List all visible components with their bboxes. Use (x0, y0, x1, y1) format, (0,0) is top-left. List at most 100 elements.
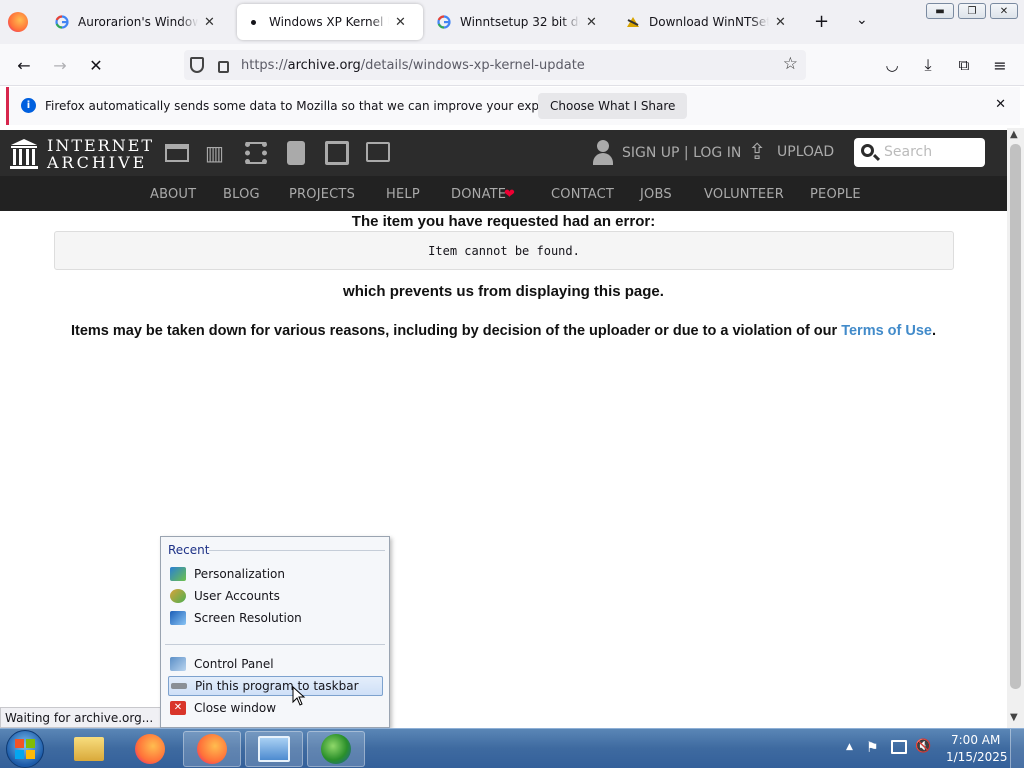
loading-dot-icon (245, 14, 261, 30)
nav-people[interactable]: PEOPLE (810, 187, 861, 202)
video-icon[interactable] (245, 142, 267, 164)
jumplist-item-close-window[interactable]: ✕ Close window (168, 698, 383, 718)
folder-icon (74, 737, 104, 761)
shield-icon[interactable] (190, 57, 204, 73)
show-hidden-icons-icon[interactable]: ▲ (846, 742, 853, 752)
search-placeholder: Search (884, 144, 933, 160)
show-desktop-button[interactable] (1010, 729, 1024, 768)
pocket-icon[interactable]: ◡ (878, 52, 906, 78)
status-text: Waiting for archive.org... (0, 707, 170, 728)
scroll-thumb[interactable] (1010, 144, 1021, 689)
url-bar[interactable]: https://archive.org/details/windows-xp-k… (184, 50, 806, 80)
nav-about[interactable]: ABOUT (150, 187, 196, 202)
tab-title: Aurorarion's Windows XP (78, 15, 198, 29)
screen-resolution-icon (170, 611, 186, 625)
tab-winntsetup[interactable]: Winntsetup 32 bit downl ✕ (428, 4, 614, 40)
stop-loading-icon[interactable]: ✕ (82, 52, 110, 78)
close-notification-icon[interactable]: ✕ (995, 97, 1006, 112)
jumplist-item-label: Screen Resolution (194, 611, 302, 625)
scroll-down-icon[interactable]: ▼ (1010, 712, 1018, 723)
nav-blog[interactable]: BLOG (223, 187, 260, 202)
taskbar-firefox-2[interactable] (183, 731, 241, 767)
page-scrollbar[interactable]: ▲ ▼ (1007, 128, 1024, 728)
personalization-icon (170, 567, 186, 581)
forward-arrow-icon[interactable]: → (46, 52, 74, 78)
ia-search-box[interactable]: Search (854, 138, 985, 167)
close-tab-icon[interactable]: ✕ (586, 15, 597, 30)
menu-hamburger-icon[interactable]: ≡ (986, 52, 1014, 78)
close-tab-icon[interactable]: ✕ (204, 15, 215, 30)
lock-icon[interactable] (218, 61, 229, 73)
jumplist-item-personalization[interactable]: Personalization (168, 564, 383, 584)
jumplist-item-label: Personalization (194, 567, 285, 581)
texts-icon[interactable]: ▥ (205, 143, 229, 163)
jumplist-item-user-accounts[interactable]: User Accounts (168, 586, 383, 606)
nav-help[interactable]: HELP (386, 187, 420, 202)
images-icon[interactable] (366, 142, 390, 162)
jumplist-item-screen-resolution[interactable]: Screen Resolution (168, 608, 383, 628)
close-window-button[interactable]: ✕ (990, 3, 1018, 19)
notification-text: Firefox automatically sends some data to… (45, 99, 588, 113)
upload-link[interactable]: UPLOAD (777, 144, 834, 160)
web-icon[interactable] (165, 144, 189, 162)
scroll-up-icon[interactable]: ▲ (1010, 129, 1018, 140)
back-arrow-icon[interactable]: ← (10, 52, 38, 78)
nav-contact[interactable]: CONTACT (551, 187, 614, 202)
google-icon (54, 14, 70, 30)
url-host: archive.org (287, 57, 361, 73)
firefox-menu-icon[interactable] (8, 12, 28, 32)
taskbar-control-panel[interactable] (245, 731, 303, 767)
minimize-button[interactable]: ▬ (926, 3, 954, 19)
jumplist-item-pin-to-taskbar[interactable]: Pin this program to taskbar (168, 676, 383, 696)
action-center-flag-icon[interactable]: ⚑ (866, 740, 879, 756)
extensions-icon[interactable]: ⧉ (950, 52, 978, 78)
terms-of-use-link[interactable]: Terms of Use (841, 323, 932, 339)
start-button[interactable] (6, 730, 44, 768)
new-tab-icon[interactable]: + (814, 11, 829, 32)
close-tab-icon[interactable]: ✕ (775, 15, 786, 30)
network-icon[interactable] (891, 740, 907, 754)
jumplist-item-label: Pin this program to taskbar (195, 679, 359, 693)
nav-projects[interactable]: PROJECTS (289, 187, 355, 202)
clock-date[interactable]: 1/15/2025 (946, 750, 1008, 764)
nav-jobs[interactable]: JOBS (640, 187, 672, 202)
error-heading: The item you have requested had an error… (351, 213, 656, 230)
ia-logo[interactable]: INTERNET ARCHIVE (10, 136, 152, 172)
volume-muted-icon[interactable]: 🔇 (915, 739, 931, 754)
recent-header: Recent (168, 543, 210, 557)
tab-aurorarion[interactable]: Aurorarion's Windows XP ✕ (46, 4, 232, 40)
search-handle (872, 153, 881, 162)
choose-what-i-share-button[interactable]: Choose What I Share (538, 93, 688, 119)
signup-login-link[interactable]: SIGN UP | LOG IN (622, 145, 741, 161)
tab-windows-xp-kernel[interactable]: Windows XP Kernel Update ✕ (237, 4, 423, 40)
nav-donate[interactable]: DONATE (451, 187, 506, 202)
reasons-text: Items may be taken down for various reas… (70, 323, 838, 339)
tab-list-chevron-icon[interactable]: ⌄ (856, 12, 868, 28)
clock-time[interactable]: 7:00 AM (951, 733, 1000, 747)
taskbar-firefox-1[interactable] (121, 731, 179, 767)
taskbar-jump-list: Recent Personalization User Accounts Scr… (160, 536, 390, 728)
error-message-box: Item cannot be found. (54, 231, 954, 270)
jumplist-item-control-panel[interactable]: Control Panel (168, 654, 383, 674)
downloads-icon[interactable]: ⤓ (914, 52, 942, 78)
close-tab-icon[interactable]: ✕ (395, 15, 406, 30)
jumplist-item-label: Close window (194, 701, 277, 715)
control-panel-icon (258, 736, 290, 762)
navigation-bar: ← → ✕ https://archive.org/details/window… (0, 44, 1024, 86)
reasons-paragraph: Items may be taken down for various reas… (0, 323, 1007, 339)
ia-nav: ABOUT BLOG PROJECTS HELP DONATE ❤ CONTAC… (0, 176, 1007, 211)
terms-end: . (932, 323, 937, 339)
user-icon[interactable] (593, 140, 613, 166)
taskbar-explorer[interactable] (60, 731, 118, 767)
restore-button[interactable]: ❐ (958, 3, 986, 19)
tab-download-winntsetup[interactable]: Download WinNTSetup ✕ (617, 4, 803, 40)
upload-arrow-icon[interactable]: ⇪ (748, 140, 766, 165)
nav-volunteer[interactable]: VOLUNTEER (704, 187, 784, 202)
bookmark-star-icon[interactable]: ☆ (783, 54, 798, 74)
taskbar-internet-download-manager[interactable] (307, 731, 365, 767)
globe-download-icon (321, 734, 351, 764)
audio-icon[interactable] (287, 141, 305, 165)
ia-temple-icon (10, 139, 38, 169)
software-icon[interactable] (325, 141, 349, 165)
pin-icon (171, 683, 187, 689)
